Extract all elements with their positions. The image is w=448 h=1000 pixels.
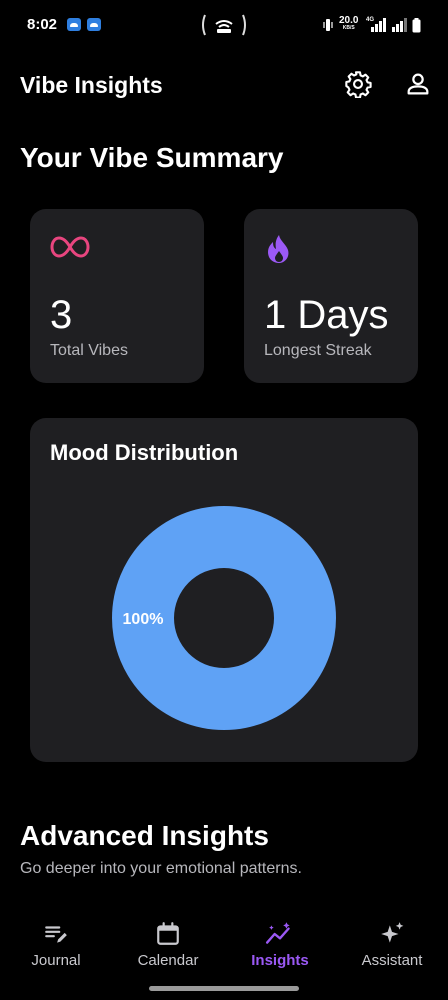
donut-slice-label: 100% bbox=[123, 611, 164, 628]
nav-label-insights: Insights bbox=[251, 952, 309, 969]
longest-streak-card: 1 Days Longest Streak bbox=[244, 209, 418, 383]
total-vibes-card: 3 Total Vibes bbox=[30, 209, 204, 383]
advanced-insights-title: Advanced Insights bbox=[20, 820, 269, 851]
mood-donut-chart: 100% bbox=[112, 506, 336, 730]
network-speed: 20.0 KB/S bbox=[339, 16, 358, 32]
gear-icon[interactable] bbox=[344, 70, 372, 98]
notification-app-icon bbox=[67, 18, 81, 31]
nav-item-journal[interactable]: Journal bbox=[0, 905, 112, 985]
sparkle-icon bbox=[381, 922, 404, 943]
nav-item-assistant[interactable]: Assistant bbox=[336, 905, 448, 985]
flame-icon bbox=[268, 235, 289, 263]
status-time: 8:02 bbox=[27, 16, 58, 33]
longest-streak-label: Longest Streak bbox=[264, 342, 372, 359]
nav-label-calendar: Calendar bbox=[137, 952, 199, 969]
longest-streak-value: 1 Days bbox=[264, 293, 389, 337]
signal-icon bbox=[371, 18, 386, 32]
total-vibes-label: Total Vibes bbox=[50, 342, 128, 359]
nav-item-calendar[interactable]: Calendar bbox=[112, 905, 224, 985]
nav-label-journal: Journal bbox=[31, 952, 81, 969]
battery-icon bbox=[412, 18, 421, 33]
mood-distribution-card: Mood Distribution 100% bbox=[30, 418, 418, 762]
summary-title: Your Vibe Summary bbox=[20, 142, 284, 173]
home-indicator bbox=[149, 986, 299, 991]
profile-icon[interactable] bbox=[404, 70, 432, 98]
infinity-icon bbox=[50, 236, 90, 258]
journal-icon bbox=[45, 926, 67, 943]
signal-icon bbox=[392, 18, 407, 32]
hotspot-pill-icon bbox=[202, 14, 246, 36]
calendar-icon bbox=[157, 922, 179, 945]
nav-label-assistant: Assistant bbox=[361, 952, 423, 969]
status-bar: 8:02 20.0 KB/S 4G bbox=[0, 0, 448, 50]
notification-app-icon bbox=[87, 18, 101, 31]
advanced-insights-subtitle: Go deeper into your emotional patterns. bbox=[20, 860, 302, 877]
app-title: Vibe Insights bbox=[20, 72, 163, 98]
total-vibes-value: 3 bbox=[50, 293, 73, 337]
screen: 8:02 20.0 KB/S 4G Vibe Insights Your Vib… bbox=[0, 0, 448, 1000]
vibrate-icon bbox=[323, 19, 333, 31]
nav-item-insights[interactable]: Insights bbox=[224, 905, 336, 985]
insights-icon bbox=[265, 922, 290, 944]
